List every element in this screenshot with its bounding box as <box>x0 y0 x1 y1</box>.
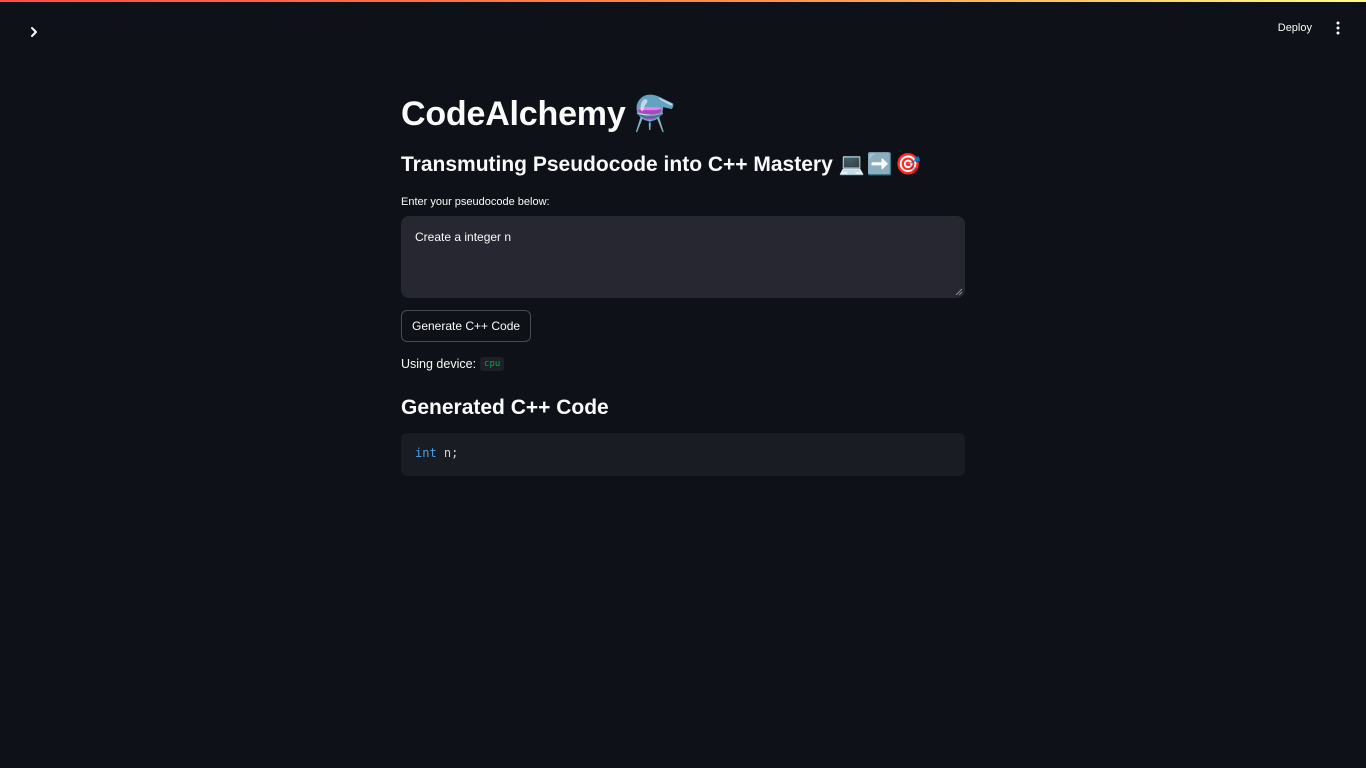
sidebar-toggle-button[interactable] <box>22 20 46 44</box>
chevron-right-icon <box>31 27 37 37</box>
pseudocode-textarea-value: Create a integer n <box>415 230 512 244</box>
generate-code-button[interactable]: Generate C++ Code <box>401 310 532 342</box>
alembic-icon: ⚗️ <box>633 95 676 133</box>
page-title: CodeAlchemy ⚗️ <box>401 88 965 140</box>
resize-grip-icon[interactable] <box>955 288 963 296</box>
page-title-text: CodeAlchemy <box>401 95 626 133</box>
target-icon: 🎯 <box>895 153 922 176</box>
subtitle-emojis: 💻 ➡️ 🎯 <box>839 150 921 180</box>
pseudocode-input-label: Enter your pseudocode below: <box>401 196 550 208</box>
top-decoration-bar <box>0 0 1366 2</box>
page-subtitle: Transmuting Pseudocode into C++ Mastery … <box>401 150 965 180</box>
device-label: Using device: <box>401 357 477 371</box>
device-value: cpu <box>480 357 505 371</box>
pseudocode-textarea[interactable]: Create a integer n <box>401 216 965 298</box>
main-menu-button[interactable] <box>1328 18 1348 38</box>
laptop-icon: 💻 <box>838 153 865 176</box>
main-content: CodeAlchemy ⚗️ Transmuting Pseudocode in… <box>401 88 965 476</box>
device-status: Using device: cpu <box>401 357 965 371</box>
more-vertical-icon <box>1336 21 1340 35</box>
arrow-right-icon: ➡️ <box>866 153 894 176</box>
output-heading: Generated C++ Code <box>401 396 609 419</box>
deploy-button[interactable]: Deploy <box>1276 18 1314 38</box>
header-toolbar: Deploy <box>1276 18 1348 38</box>
generated-code-block: int n; <box>401 433 965 476</box>
code-keyword: int <box>415 446 437 460</box>
page-subtitle-text: Transmuting Pseudocode into C++ Mastery <box>401 153 833 176</box>
code-rest: n; <box>436 446 459 460</box>
